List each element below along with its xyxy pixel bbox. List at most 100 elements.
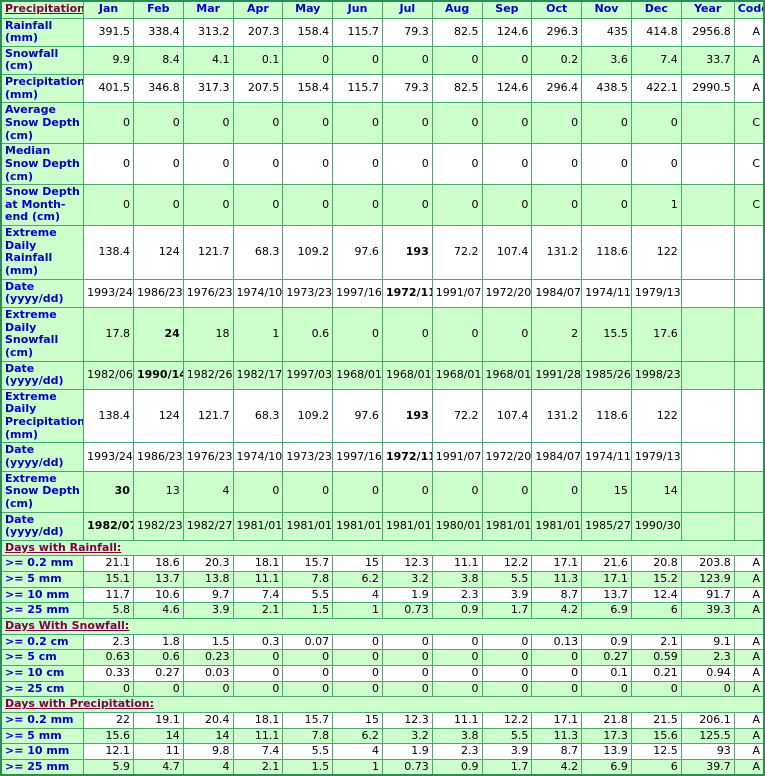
cell-may: 1981/01+ (282, 511, 334, 541)
cell-feb: 13 (132, 470, 184, 513)
cell-feb: 1986/23 (132, 442, 184, 472)
cell-apr: 7.4 (232, 586, 284, 604)
cell-mar: 313.2 (182, 17, 234, 47)
table-body: Precipitation: Jan Feb Mar Apr May Jun Jul Aug Se… (0, 0, 765, 776)
cell-jul: 1972/11 (381, 278, 433, 308)
cell-dec: 2.1 (630, 633, 682, 651)
cell-apr: 18.1 (232, 711, 284, 729)
cell-sep: 1.7 (481, 602, 533, 620)
cell-mar: 9.8 (182, 743, 234, 760)
cell-jun: 97.6 (332, 225, 383, 280)
cell-feb: 0.27 (132, 664, 184, 682)
cell-mar: 0.03 (182, 664, 234, 682)
cell-year: 203.8 (680, 555, 735, 573)
table-row: >= 0.2 mm 21.1 18.6 20.3 18.1 15.7 15 12.3 11.1 1… (0, 555, 765, 573)
table-row: >= 5 mm 15.1 13.7 13.8 11.1 7.8 6.2 3.2 3.8 5.5 11… (0, 571, 765, 588)
cell-jul: 12.3 (381, 711, 433, 729)
cell-jul: 1.9 (381, 743, 433, 760)
cell-nov: 21.8 (581, 711, 632, 729)
cell-nov: 1985/27 (581, 511, 632, 541)
cell-jul: 0 (381, 633, 433, 651)
table-row: Precipitation (mm) 401.5 346.8 317.3 207.5 15… (0, 74, 765, 104)
cell-mar: 0 (182, 102, 234, 145)
cell-mar: 14 (182, 727, 234, 745)
cell-jan: 1982/07 (83, 511, 134, 541)
cell-aug: 0 (431, 45, 483, 76)
cell-apr: 0.3 (232, 633, 284, 651)
cell-jun: 0 (332, 680, 383, 698)
cell-aug: 0 (431, 306, 483, 362)
cell-jan: 0 (83, 102, 134, 145)
row-header: Date (yyyy/dd) (0, 278, 85, 308)
cell-nov: 6.9 (581, 602, 632, 620)
cell-sep: 3.9 (481, 743, 533, 760)
column-header-sep: Sep (481, 0, 533, 19)
cell-jan: 138.4 (83, 225, 134, 280)
table-row: Rainfall (mm) 391.5 338.4 313.2 207.3 158.4 11… (0, 17, 765, 47)
cell-jun: 0 (332, 102, 383, 145)
cell-jul: 0 (381, 102, 433, 145)
cell-jul: 12.3 (381, 555, 433, 573)
cell-oct: 4.2 (531, 602, 583, 620)
cell-jan: 0 (83, 143, 134, 186)
cell-feb: 11 (132, 743, 184, 760)
row-header: Snow Depth at Month-end (cm) (0, 184, 85, 227)
cell-code: C (733, 143, 765, 186)
cell-oct: 17.1 (531, 711, 583, 729)
cell-jul: 0 (381, 143, 433, 186)
cell-sep: 0 (481, 102, 533, 145)
cell-feb: 8.4 (132, 45, 184, 76)
cell-aug: 1991/07 (431, 278, 483, 308)
cell-jan: 11.7 (83, 586, 134, 604)
cell-code: A (733, 649, 765, 666)
section-title: Days With Snowfall: (0, 618, 765, 635)
cell-year (680, 184, 735, 227)
cell-apr: 1981/01+ (232, 511, 284, 541)
cell-dec: 0 (630, 143, 682, 186)
column-header-may: May (282, 0, 334, 19)
cell-oct: 11.3 (531, 571, 583, 588)
cell-mar: 317.3 (182, 74, 234, 104)
cell-year: 91.7 (680, 586, 735, 604)
cell-year (680, 388, 735, 444)
column-header-dec: Dec (630, 0, 682, 19)
cell-nov: 1985/26 (581, 360, 632, 390)
cell-year (680, 442, 735, 472)
cell-feb: 19.1 (132, 711, 184, 729)
cell-jan: 1993/24 (83, 278, 134, 308)
cell-aug: 3.8 (431, 727, 483, 745)
cell-oct: 0 (531, 680, 583, 698)
table-row: Extreme Daily Rainfall (mm) 138.4 124 121.7… (0, 225, 765, 280)
cell-nov: 17.3 (581, 727, 632, 745)
cell-aug: 72.2 (431, 388, 483, 444)
cell-aug: 0.9 (431, 758, 483, 776)
cell-code: C (733, 102, 765, 145)
climate-precipitation-table: Precipitation: Jan Feb Mar Apr May Jun Jul Aug Se… (0, 0, 765, 776)
cell-jul: 193 (381, 225, 433, 280)
cell-sep: 0 (481, 470, 533, 513)
cell-year: 2.3 (680, 649, 735, 666)
cell-dec: 0.21 (630, 664, 682, 682)
cell-mar: 1976/23 (182, 442, 234, 472)
table-row: Extreme Snow Depth (cm) 30 13 4 0 0 0 0 0 0 0 15 14 (0, 470, 765, 513)
table-row: Snow Depth at Month-end (cm) 0 0 0 0 0 0 0 0 0 0 0 1… (0, 184, 765, 227)
cell-may: 15.7 (282, 711, 334, 729)
column-header-jun: Jun (332, 0, 383, 19)
cell-apr: 0 (232, 102, 284, 145)
cell-year: 206.1 (680, 711, 735, 729)
cell-dec: 122 (630, 225, 682, 280)
cell-jul: 79.3 (381, 74, 433, 104)
column-header-jan: Jan (83, 0, 134, 19)
cell-dec: 1 (630, 184, 682, 227)
cell-nov: 13.7 (581, 586, 632, 604)
column-header-jul: Jul (381, 0, 433, 19)
cell-apr: 0 (232, 664, 284, 682)
cell-feb: 1982/23 (132, 511, 184, 541)
table-corner-label: Precipitation: (0, 0, 85, 19)
cell-may: 1.5 (282, 602, 334, 620)
cell-sep: 1981/01+ (481, 511, 533, 541)
cell-may: 15.7 (282, 555, 334, 573)
cell-year (680, 102, 735, 145)
cell-code: A (733, 743, 765, 760)
cell-year: 39.3 (680, 602, 735, 620)
